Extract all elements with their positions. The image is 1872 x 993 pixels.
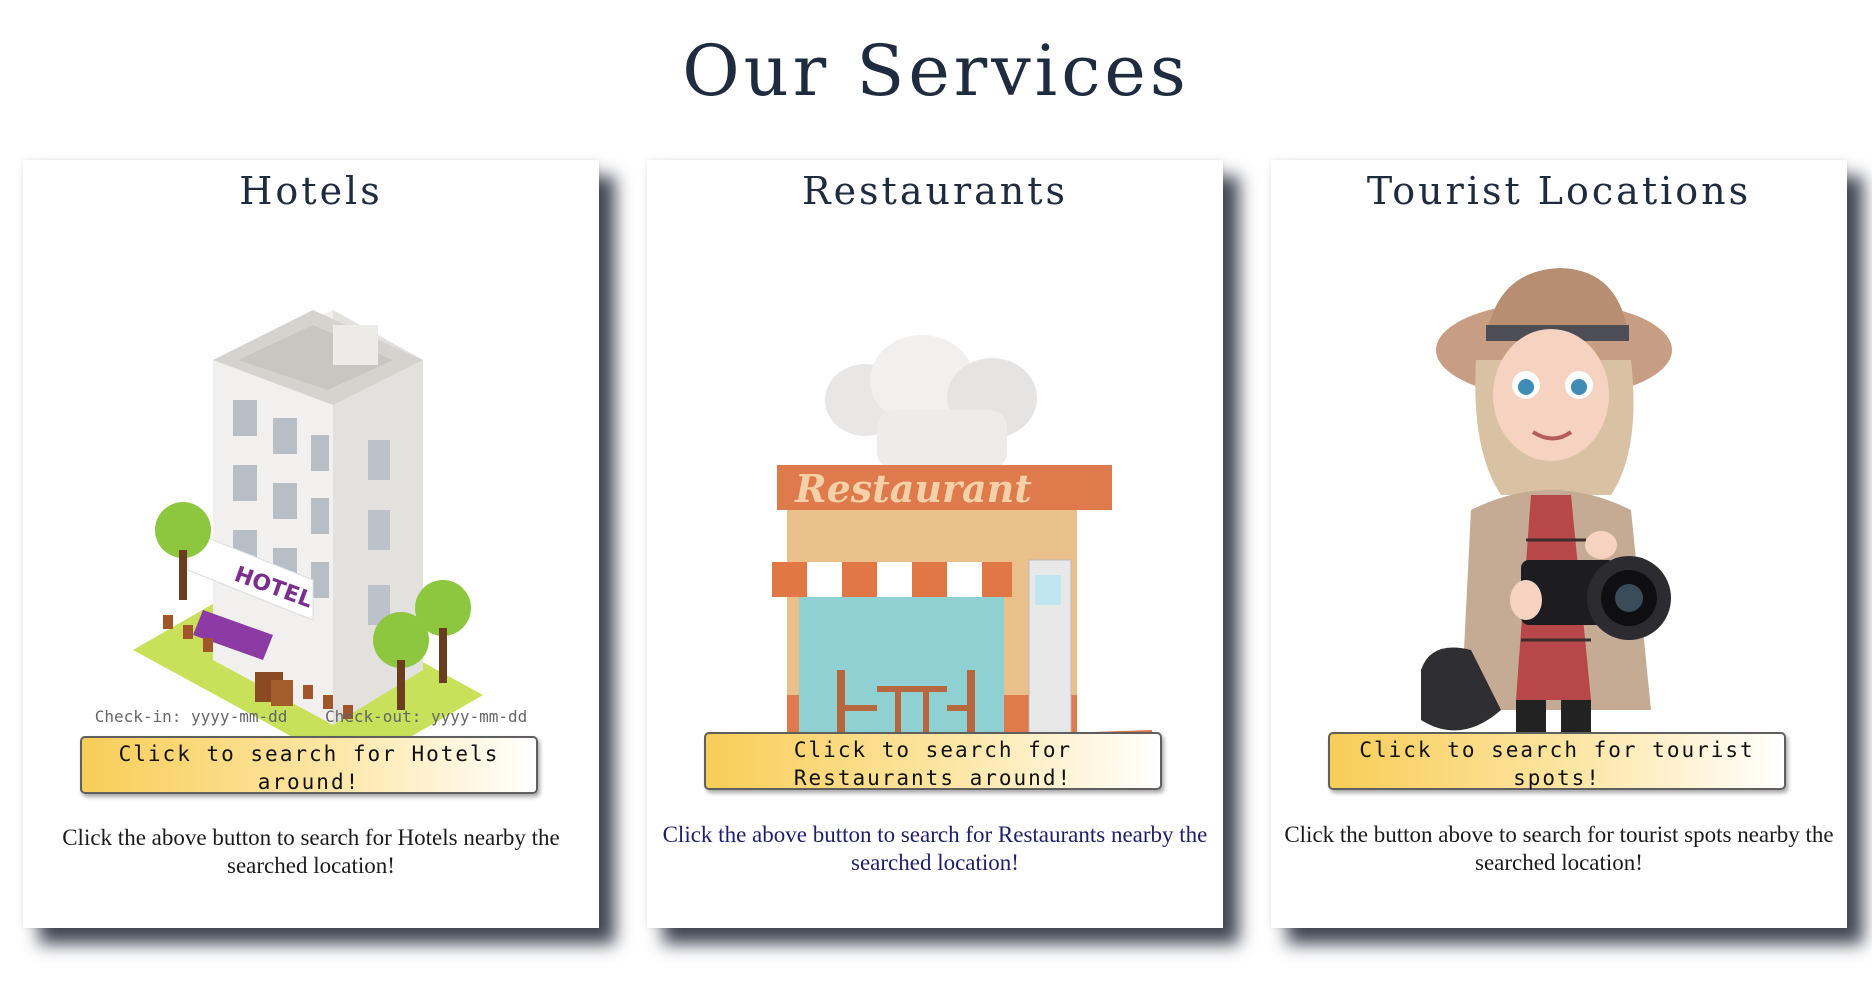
tourist-locations-card-title: Tourist Locations	[1366, 169, 1752, 213]
restaurant-storefront-image: Restaurant	[712, 335, 1152, 770]
search-hotels-button[interactable]: Click to search for Hotels around!	[80, 736, 538, 794]
restaurants-card: Restaurants Restaurant Click to search f…	[647, 160, 1223, 928]
check-out-field[interactable]: Check-out: yyyy-mm-dd	[325, 707, 527, 726]
date-range: Check-in: yyyy-mm-dd Check-out: yyyy-mm-…	[23, 707, 599, 726]
search-restaurants-button[interactable]: Click to search for Restaurants around!	[704, 732, 1162, 790]
tourist-locations-card: Tourist Locations Click to search for to…	[1271, 160, 1847, 928]
restaurant-sign-text: Restaurant	[794, 466, 1032, 511]
restaurants-card-title: Restaurants	[801, 169, 1069, 213]
tourist-locations-description: Click the button above to search for tou…	[1284, 822, 1834, 875]
hotels-card: Hotels HOTEL Check-in: yyyy-mm-dd Check-…	[23, 160, 599, 928]
hotel-building-image: HOTEL	[133, 310, 483, 770]
restaurants-description: Click the above button to search for Res…	[662, 822, 1208, 875]
search-tourist-spots-button[interactable]: Click to search for tourist spots!	[1328, 732, 1786, 790]
tourist-with-camera-image	[1421, 268, 1672, 750]
hotels-card-title: Hotels	[239, 169, 383, 213]
check-in-field[interactable]: Check-in: yyyy-mm-dd	[95, 707, 288, 726]
hotels-description: Click the above button to search for Hot…	[62, 825, 560, 878]
page-title: Our Services	[682, 30, 1190, 112]
